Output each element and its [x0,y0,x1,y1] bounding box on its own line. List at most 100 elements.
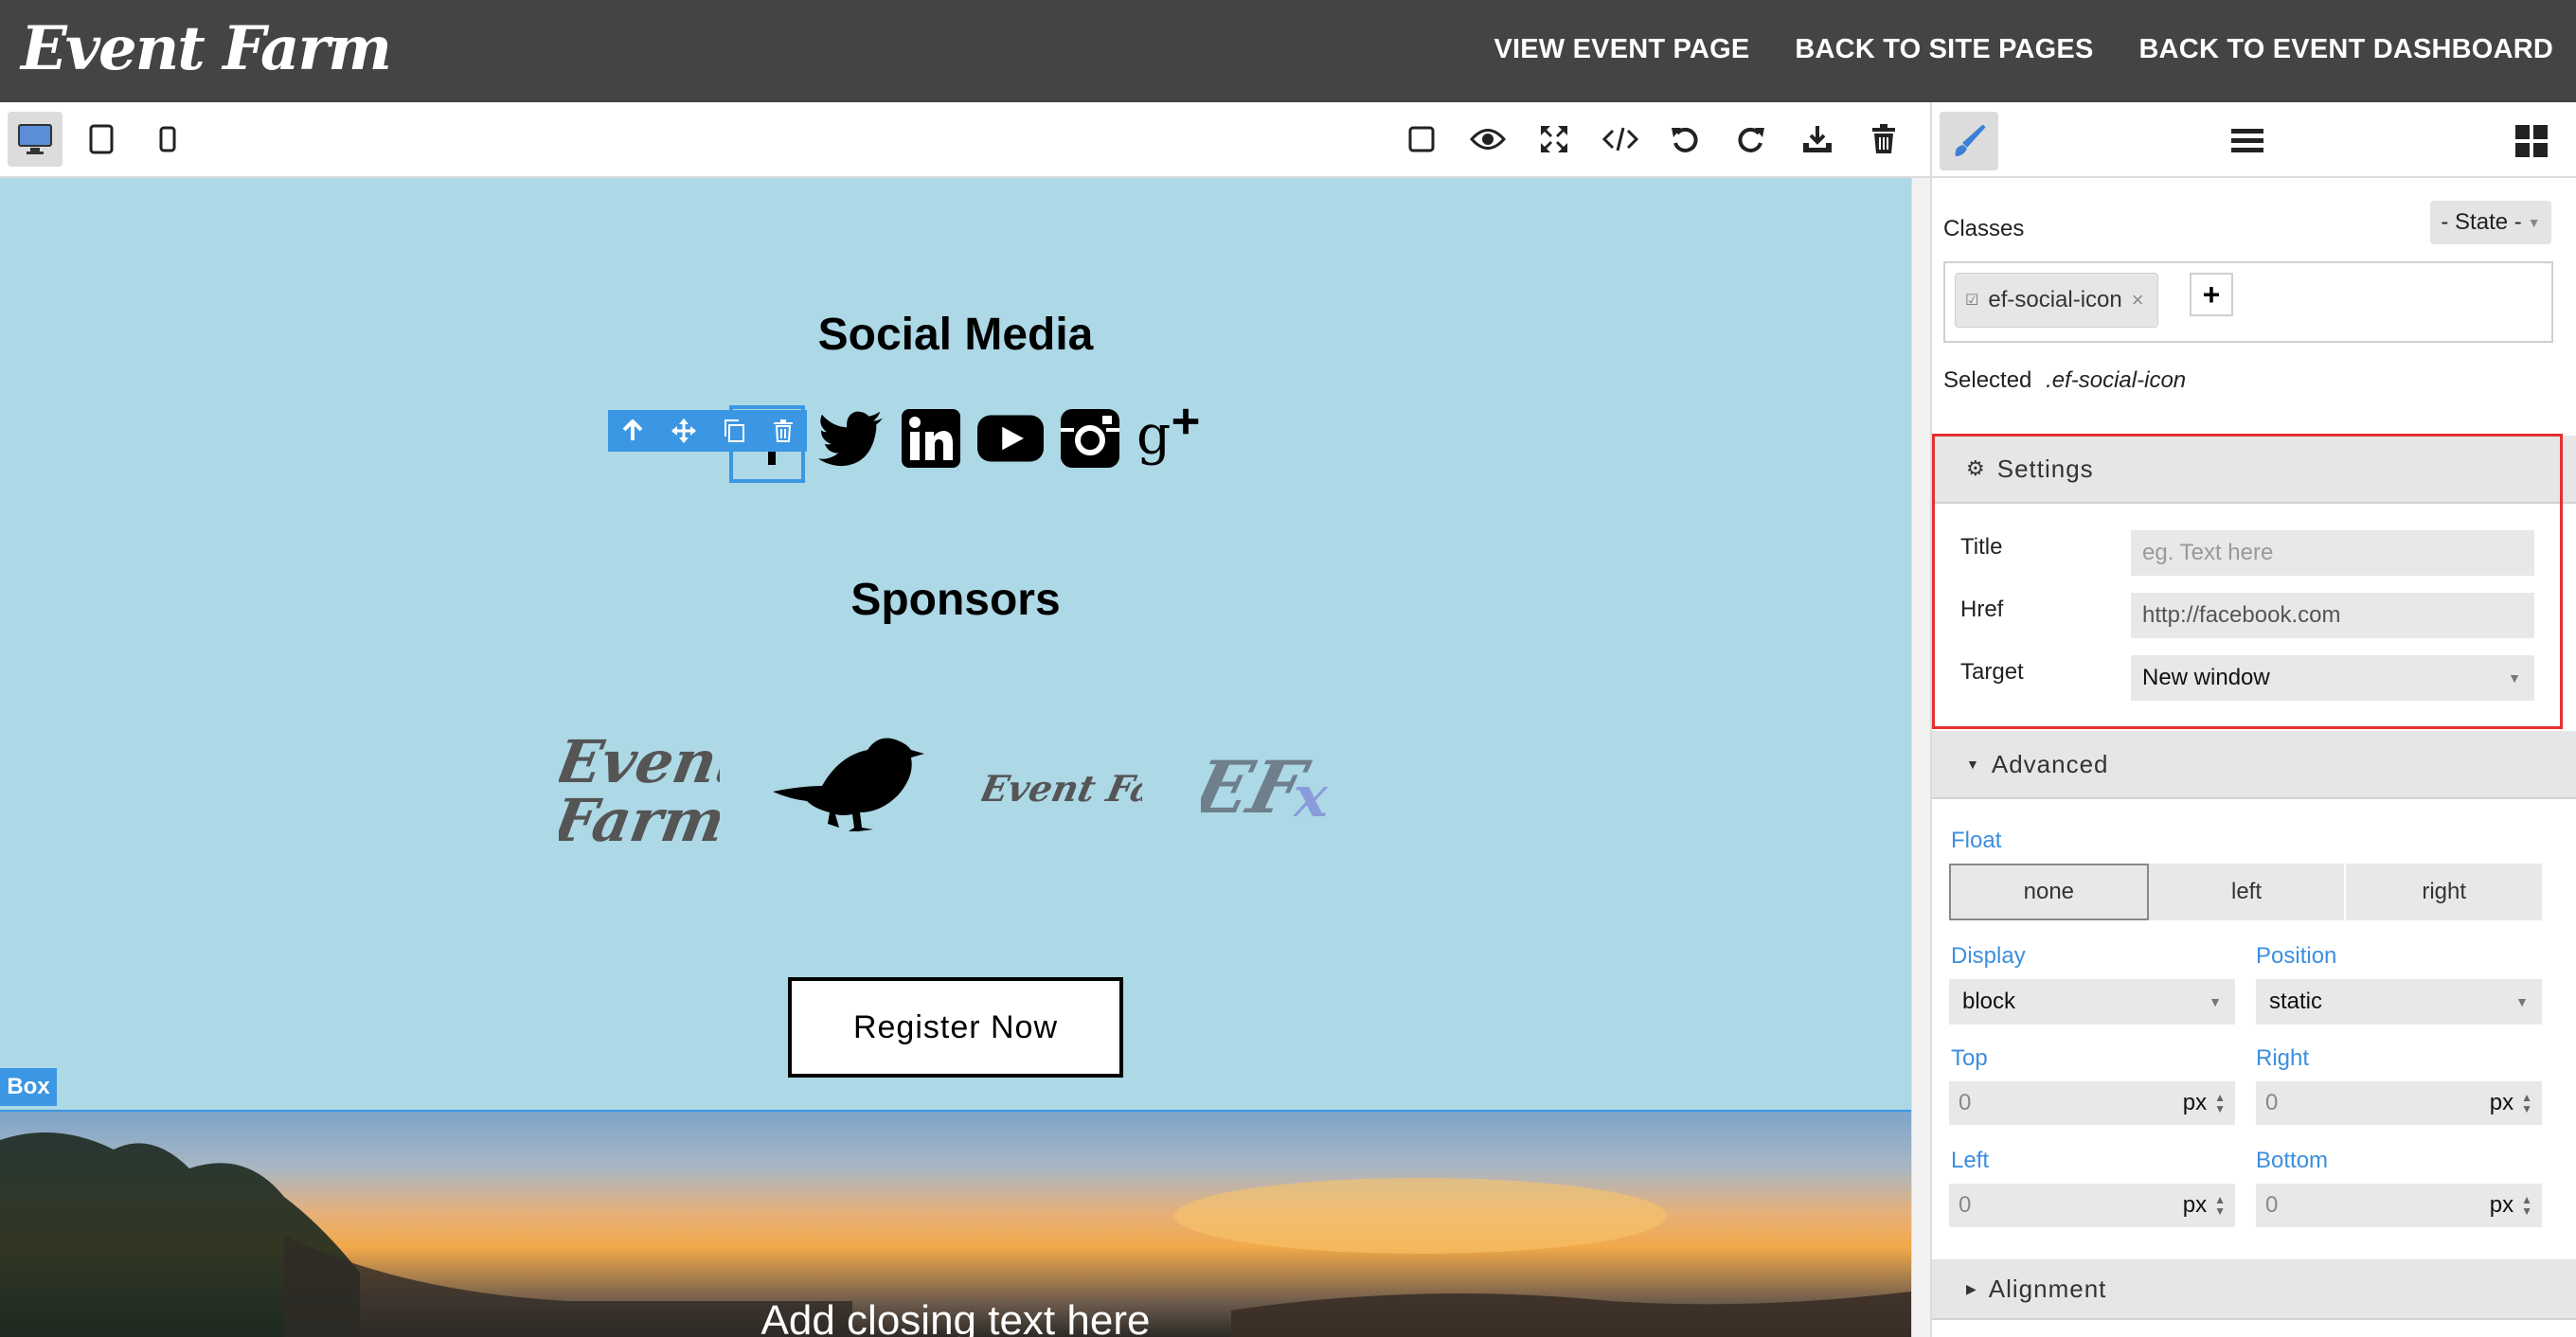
undo-button[interactable] [1663,117,1707,161]
eye-icon [1470,129,1506,150]
position-select[interactable]: static ▼ [2256,979,2542,1025]
top-input[interactable]: 0 px ▲ ▼ [1949,1081,2235,1125]
layer-manager-tab[interactable] [2218,112,2277,170]
selected-row: Selected .ef-social-icon [1943,367,2186,394]
title-label: Title [1960,534,2003,560]
alignment-section-header[interactable]: ▶ Alignment [1932,1259,2576,1320]
youtube-icon[interactable] [977,405,1044,472]
view-event-page-link[interactable]: VIEW EVENT PAGE [1494,34,1749,65]
instagram-icon[interactable] [1057,405,1123,472]
register-now-button[interactable]: Register Now [788,977,1123,1078]
classes-label: Classes [1943,216,2025,241]
left-unit[interactable]: px [2183,1192,2207,1219]
state-select-label: - State - [2441,209,2522,235]
svg-text:g: g [1136,407,1171,467]
paintbrush-icon [1955,124,1986,156]
gear-icon: ⚙ [1966,456,1986,480]
desktop-icon [18,124,52,154]
caret-down-icon: ▼ [2515,994,2529,1009]
back-to-event-dashboard-link[interactable]: BACK TO EVENT DASHBOARD [2139,34,2553,65]
href-input[interactable]: http://facebook.com [2131,593,2534,638]
bottom-input-value: 0 [2265,1192,2279,1218]
editor-canvas[interactable]: Social Media g Sponsors Event Farm Event… [0,178,1911,1337]
delete-icon[interactable] [773,419,794,442]
title-input[interactable]: eg. Text here [2131,530,2534,576]
bottom-unit[interactable]: px [2490,1192,2513,1219]
export-button[interactable] [1796,117,1839,161]
stepper-icon[interactable]: ▲ ▼ [2214,1194,2226,1217]
panel-tabs [1930,102,2576,178]
left-input[interactable]: 0 px ▲ ▼ [1949,1184,2235,1227]
stepper-icon[interactable]: ▲ ▼ [2521,1194,2532,1217]
settings-section-header[interactable]: ⚙ Settings [1932,436,2576,504]
checkbox-icon[interactable]: ☑ [1965,291,1978,310]
closing-hero-section[interactable]: Add closing text here [0,1110,1911,1337]
float-none-option[interactable]: none [1949,864,2149,920]
fullscreen-button[interactable] [1532,117,1576,161]
style-manager-panel: Classes - State - ▼ ☑ ef-social-icon × +… [1930,178,2576,1337]
copy-icon[interactable] [723,419,745,443]
svg-text:Event Farm: Event Farm [981,768,1142,811]
top-unit[interactable]: px [2183,1090,2207,1116]
float-left-option[interactable]: left [2148,864,2347,920]
svg-text:Farm: Farm [559,785,720,854]
google-plus-icon[interactable]: g [1136,405,1203,472]
state-select[interactable]: - State - ▼ [2430,201,2551,244]
event-farm-logo[interactable]: Event Farm [21,13,392,84]
linkedin-icon[interactable] [898,405,964,472]
svg-text:x: x [1292,764,1329,829]
component-outline-button[interactable] [1400,117,1443,161]
stepper-icon[interactable]: ▲ ▼ [2521,1092,2532,1114]
display-select[interactable]: block ▼ [1949,979,2235,1025]
closing-text[interactable]: Add closing text here [0,1297,1911,1337]
sponsor-logo-bird[interactable] [773,733,928,842]
redo-button[interactable] [1729,117,1773,161]
tablet-view-button[interactable] [74,112,129,167]
caret-down-icon: ▼ [1966,757,1980,772]
preview-button[interactable] [1466,117,1510,161]
box-badge: Box [0,1068,57,1106]
blocks-tab[interactable] [2502,112,2561,170]
advanced-section-header[interactable]: ▼ Advanced [1932,731,2576,799]
right-input[interactable]: 0 px ▲ ▼ [2256,1081,2542,1125]
class-tag[interactable]: ☑ ef-social-icon × [1955,273,2158,328]
class-tag-label: ef-social-icon [1988,287,2122,312]
sponsor-logo-efx[interactable]: EF x [1183,744,1352,834]
sponsors-heading[interactable]: Sponsors [0,574,1911,626]
caret-down-icon: ▼ [2508,670,2521,686]
canvas-scrollbar[interactable] [1911,178,1930,1337]
sponsor-logo-event-farm-wordmark[interactable]: Event Farm [975,761,1216,819]
twitter-icon[interactable] [818,405,885,472]
caret-down-icon: ▼ [2527,215,2541,230]
class-selector-box[interactable]: ☑ ef-social-icon × + [1943,261,2553,343]
clear-canvas-button[interactable] [1862,117,1905,161]
caret-right-icon: ▶ [1966,1280,1977,1296]
desktop-view-button[interactable] [8,112,63,167]
position-label: Position [2256,943,2337,969]
bottom-input[interactable]: 0 px ▲ ▼ [2256,1184,2542,1227]
float-radio-group: none left right [1949,864,2545,920]
arrow-up-icon[interactable] [621,419,644,442]
right-unit[interactable]: px [2490,1090,2513,1116]
target-select[interactable]: New window ▼ [2131,655,2534,701]
social-media-heading[interactable]: Social Media [0,309,1911,361]
top-nav: VIEW EVENT PAGE BACK TO SITE PAGES BACK … [1494,34,2553,65]
back-to-site-pages-link[interactable]: BACK TO SITE PAGES [1795,34,2093,65]
remove-class-icon[interactable]: × [2132,288,2144,312]
bottom-label: Bottom [2256,1148,2329,1173]
expand-icon [1541,126,1567,152]
float-right-option[interactable]: right [2346,864,2545,920]
move-icon[interactable] [671,419,696,443]
right-input-value: 0 [2265,1090,2279,1115]
stepper-icon[interactable]: ▲ ▼ [2214,1092,2226,1114]
add-class-button[interactable]: + [2190,273,2233,316]
style-manager-tab[interactable] [1940,112,1998,170]
settings-title: Settings [1996,454,2094,483]
display-select-value: block [1962,989,2016,1014]
code-view-button[interactable] [1599,117,1642,161]
sponsor-logo-event-farm-stacked[interactable]: Event Farm [546,722,749,868]
mobile-view-button[interactable] [140,112,195,167]
bars-icon [2231,129,2263,152]
selected-label: Selected [1943,367,2032,393]
grid-icon [2515,125,2548,157]
